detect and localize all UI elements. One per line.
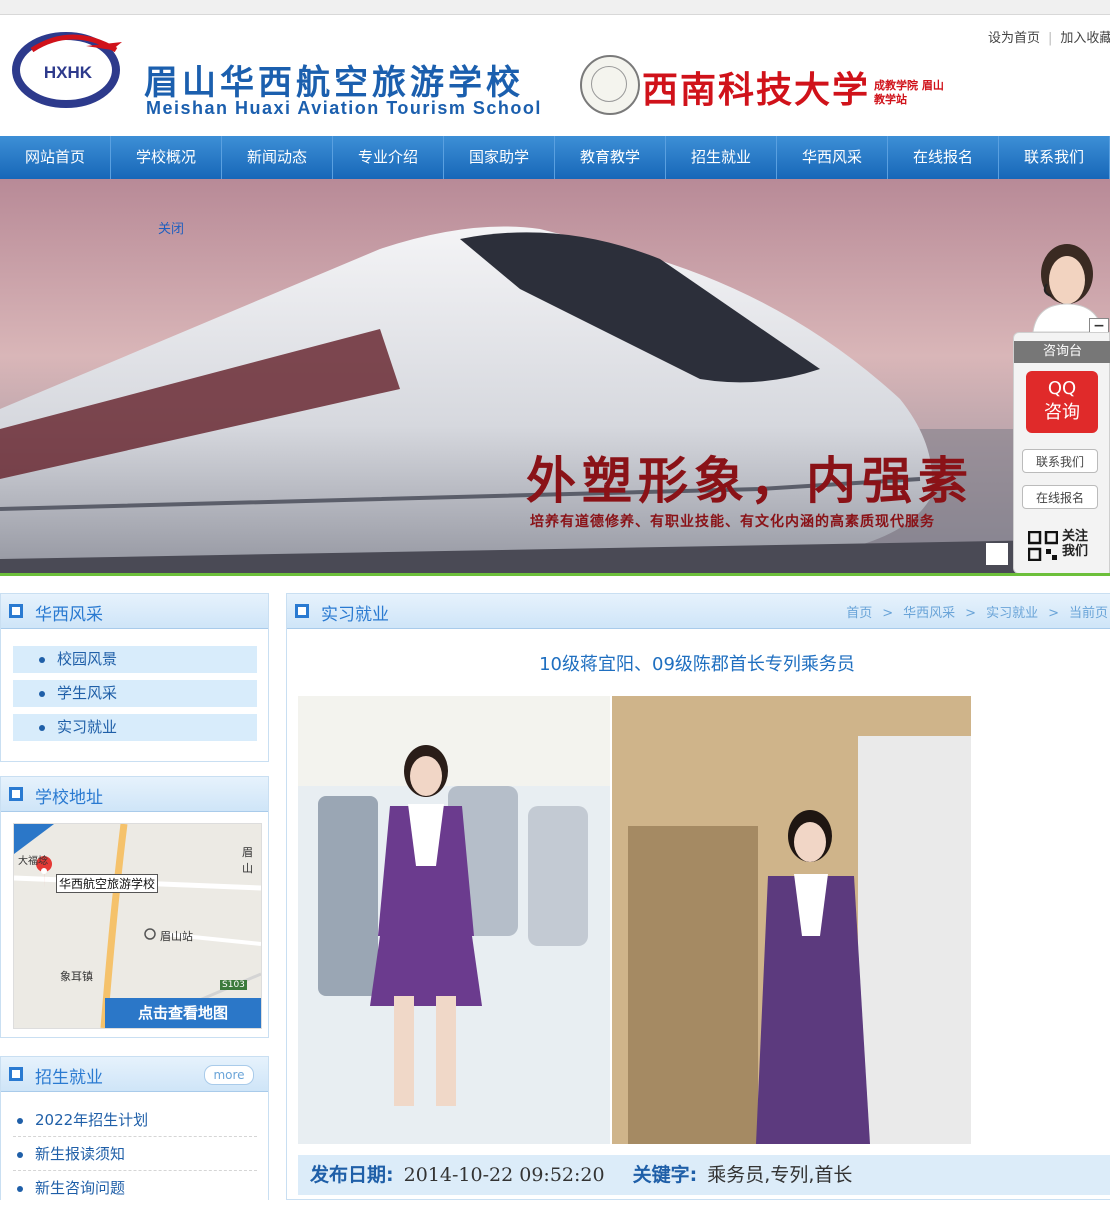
qq-consult-button[interactable]: QQ 咨询 <box>1026 371 1098 433</box>
site-header: HXHK 眉山华西航空旅游学校 Meishan Huaxi Aviation T… <box>0 15 1110 135</box>
follow-us[interactable]: 关注 我们 <box>1028 529 1108 563</box>
follow-label-1: 关注 <box>1062 529 1089 544</box>
university-name: 西南科技大学 <box>642 69 871 111</box>
keywords-label: 关键字: <box>632 1164 698 1186</box>
date-value: 2014-10-22 09:52:20 <box>403 1164 605 1186</box>
sidebar-item-label: 实习就业 <box>57 718 118 736</box>
map-label-dafu: 大福埝 <box>18 856 48 867</box>
enroll-item-label: 新生报读须知 <box>35 1145 126 1163</box>
nav-about[interactable]: 学校概况 <box>111 136 222 179</box>
university-subtitle: 成教学院 眉山教学站 <box>874 79 944 106</box>
top-strip <box>0 0 1110 15</box>
map-label-school: 华西航空旅游学校 <box>56 874 159 893</box>
map-label-station: 眉山站 <box>160 930 193 943</box>
consult-widget: − 咨询台 QQ 咨询 联系我们 在线报名 关注 我们 <box>1013 238 1110 574</box>
nav-majors[interactable]: 专业介绍 <box>333 136 444 179</box>
school-logo[interactable]: HXHK <box>12 28 124 108</box>
nav-signup[interactable]: 在线报名 <box>888 136 999 179</box>
banner-close-link[interactable]: 关闭 <box>158 218 184 237</box>
nav-home[interactable]: 网站首页 <box>0 136 111 179</box>
keywords-value: 乘务员,专列,首长 <box>707 1164 853 1186</box>
consult-panel: 咨询台 QQ 咨询 联系我们 在线报名 关注 我们 <box>1013 332 1110 574</box>
qq-label: QQ <box>1047 378 1077 399</box>
breadcrumb-gallery[interactable]: 华西风采 <box>903 606 955 621</box>
banner-slogan: 外塑形象，内强素 <box>526 451 974 510</box>
school-map[interactable]: 大福埝 华西航空旅游学校 眉山站 象耳镇 S103 眉山 点击查看地图 <box>13 823 262 1029</box>
map-label-xianger: 象耳镇 <box>60 970 93 983</box>
view-map-button[interactable]: 点击查看地图 <box>105 998 261 1028</box>
map-label-meishan: 眉山 <box>242 846 253 875</box>
main-nav: 网站首页 学校概况 新闻动态 专业介绍 国家助学 教育教学 招生就业 华西风采 … <box>0 136 1110 179</box>
address-panel: 学校地址 大福埝 华西航空旅游学校 眉山站 象耳镇 S103 眉山 点击查看地图 <box>0 776 269 1038</box>
date-label: 发布日期: <box>310 1164 394 1186</box>
school-name-cn: 眉山华西航空旅游学校 <box>144 63 524 103</box>
square-icon <box>9 787 23 801</box>
gallery-panel-title: 华西风采 <box>35 605 103 625</box>
consult-title: 咨询台 <box>1014 341 1110 363</box>
attendant-photo-image <box>298 696 971 1144</box>
address-panel-header: 学校地址 <box>1 777 268 812</box>
enroll-panel-header: 招生就业 more <box>1 1057 268 1092</box>
sidebar-item-students[interactable]: 学生风采 <box>13 680 257 707</box>
article-photo <box>298 696 971 1144</box>
banner-subslogan: 培养有道德修养、有职业技能、有文化内涵的高素质现代服务 <box>530 514 935 530</box>
enroll-panel: 招生就业 more 2022年招生计划 新生报读须知 新生咨询问题 <box>0 1056 269 1200</box>
enroll-item-label: 新生咨询问题 <box>35 1179 126 1197</box>
sidebar-item-label: 校园风景 <box>57 650 118 668</box>
breadcrumb-current: 当前页 <box>1068 606 1108 621</box>
divider-strip <box>0 573 1110 576</box>
add-favorite-link[interactable]: 加入收藏 <box>1060 31 1110 46</box>
set-homepage-link[interactable]: 设为首页 <box>988 31 1040 46</box>
sidebar-item-label: 学生风采 <box>57 684 118 702</box>
breadcrumb: 首页 > 华西风采 > 实习就业 > 当前页 <box>846 606 1108 621</box>
gallery-panel: 华西风采 校园风景 学生风采 实习就业 <box>0 593 269 762</box>
school-name-en: Meishan Huaxi Aviation Tourism School <box>146 98 542 118</box>
map-label-s103: S103 <box>220 980 247 990</box>
article-section-title: 实习就业 <box>321 605 389 625</box>
nav-news[interactable]: 新闻动态 <box>222 136 333 179</box>
qq-consult-label: 咨询 <box>1044 402 1080 423</box>
square-icon <box>9 1067 23 1081</box>
university-seal <box>580 55 640 115</box>
breadcrumb-home[interactable]: 首页 <box>846 606 872 621</box>
article-title: 10级蒋宜阳、09级陈郡首长专列乘务员 <box>539 654 855 675</box>
nav-enroll[interactable]: 招生就业 <box>666 136 777 179</box>
article-panel: 实习就业 首页 > 华西风采 > 实习就业 > 当前页 10级蒋宜阳、09级陈郡首长专列乘务… <box>286 593 1110 1200</box>
enroll-panel-title: 招生就业 <box>35 1068 103 1088</box>
svg-text:HXHK: HXHK <box>44 63 93 82</box>
enroll-item-label: 2022年招生计划 <box>35 1111 149 1129</box>
address-panel-title: 学校地址 <box>35 788 103 808</box>
breadcrumb-internship[interactable]: 实习就业 <box>986 606 1038 621</box>
square-icon <box>295 604 309 618</box>
enroll-list-item[interactable]: 新生报读须知 <box>13 1137 257 1171</box>
consult-signup-button[interactable]: 在线报名 <box>1022 485 1098 509</box>
top-links: 设为首页 | 加入收藏 <box>988 27 1110 46</box>
article-panel-header: 实习就业 首页 > 华西风采 > 实习就业 > 当前页 <box>287 594 1110 629</box>
qr-code-icon <box>1028 531 1058 561</box>
article-meta: 发布日期: 2014-10-22 09:52:20 关键字: 乘务员,专列,首长 <box>298 1155 1110 1195</box>
enroll-list-item[interactable]: 2022年招生计划 <box>13 1103 257 1137</box>
consult-contact-button[interactable]: 联系我们 <box>1022 449 1098 473</box>
hero-banner: 外塑形象，内强素 培养有道德修养、有职业技能、有文化内涵的高素质现代服务 <box>0 179 1110 573</box>
square-icon <box>9 604 23 618</box>
nav-teaching[interactable]: 教育教学 <box>555 136 666 179</box>
enroll-more-button[interactable]: more <box>204 1065 254 1085</box>
follow-label-2: 我们 <box>1062 544 1089 559</box>
banner-slide-dot[interactable] <box>986 543 1008 565</box>
sidebar-item-internship[interactable]: 实习就业 <box>13 714 257 741</box>
nav-contact[interactable]: 联系我们 <box>999 136 1110 179</box>
nav-aid[interactable]: 国家助学 <box>444 136 555 179</box>
gallery-panel-header: 华西风采 <box>1 594 268 629</box>
sidebar-item-campus[interactable]: 校园风景 <box>13 646 257 673</box>
nav-gallery[interactable]: 华西风采 <box>777 136 888 179</box>
